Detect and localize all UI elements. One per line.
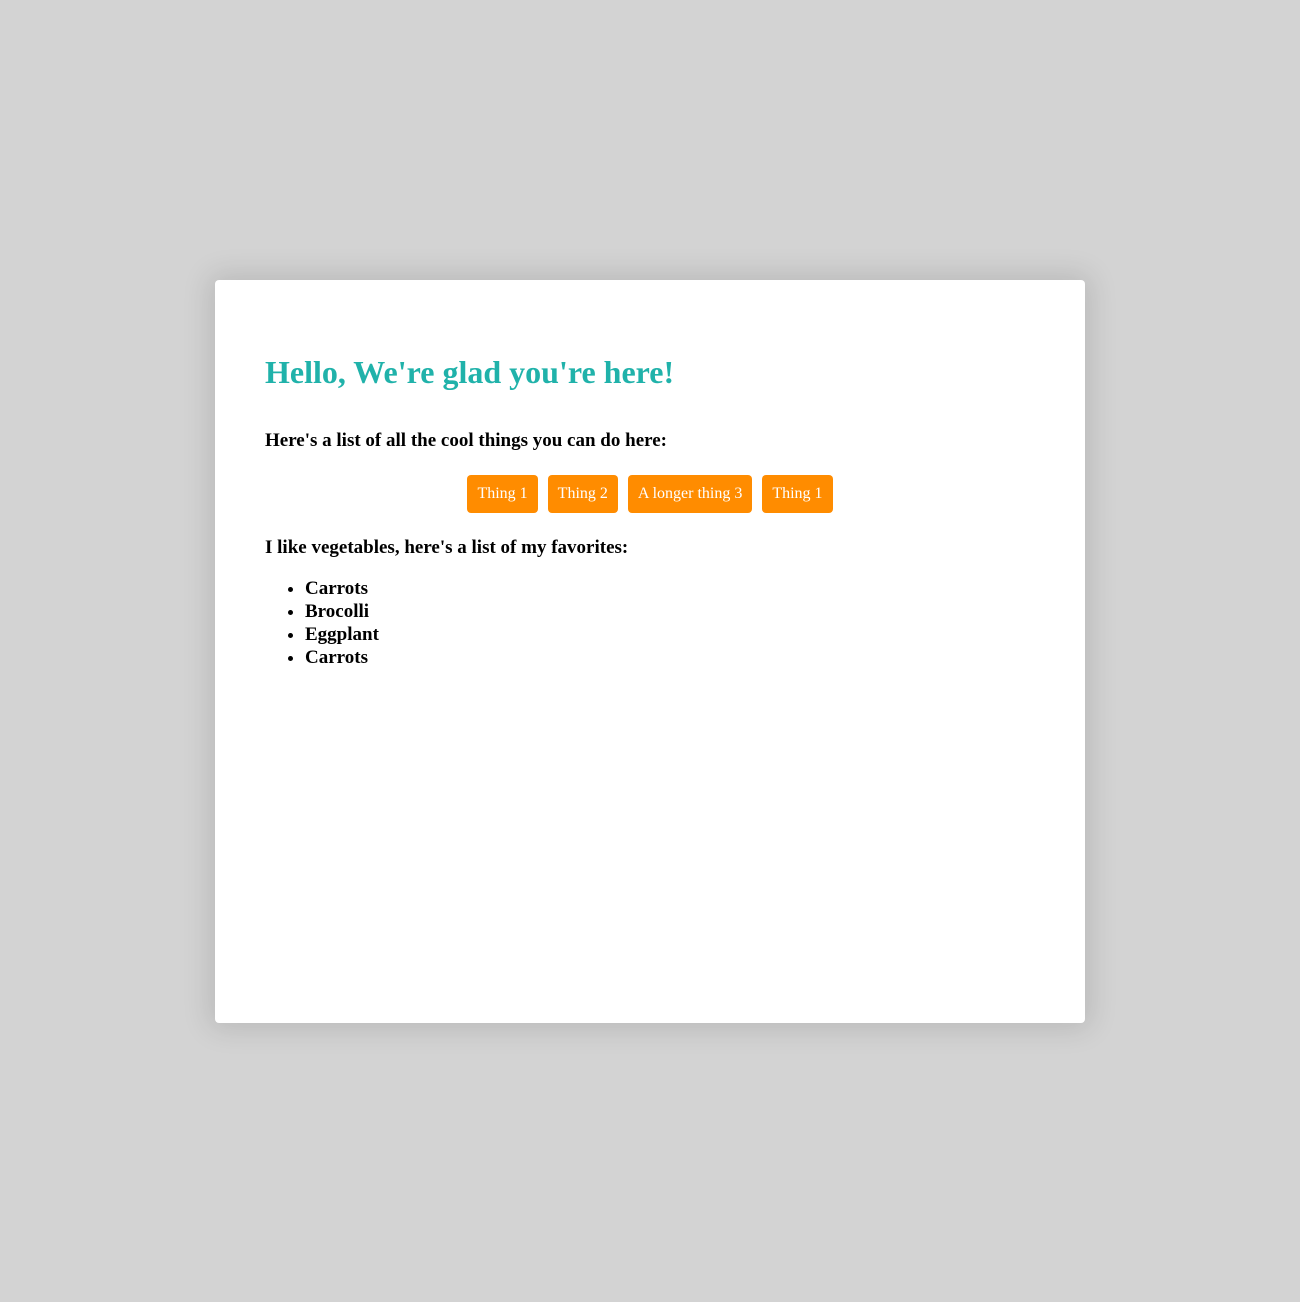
list-item: Carrots [305, 646, 379, 669]
thing-3-button[interactable]: A longer thing 3 [627, 475, 753, 513]
thing-4-button[interactable]: Thing 1 [762, 475, 833, 513]
things-button-group: Thing 1 Thing 2 A longer thing 3 Thing 1 [215, 475, 1085, 513]
list-item: Carrots [305, 577, 379, 600]
list-item: Eggplant [305, 623, 379, 646]
content-card: Hello, We're glad you're here! Here's a … [215, 280, 1085, 1023]
things-intro: Here's a list of all the cool things you… [265, 430, 667, 451]
thing-1-button[interactable]: Thing 1 [467, 475, 538, 513]
page-title: Hello, We're glad you're here! [265, 354, 675, 390]
list-item: Brocolli [305, 600, 379, 623]
vegetable-list: Carrots Brocolli Eggplant Carrots [265, 577, 379, 669]
thing-2-button[interactable]: Thing 2 [547, 475, 618, 513]
vegetables-intro: I like vegetables, here's a list of my f… [265, 537, 629, 558]
